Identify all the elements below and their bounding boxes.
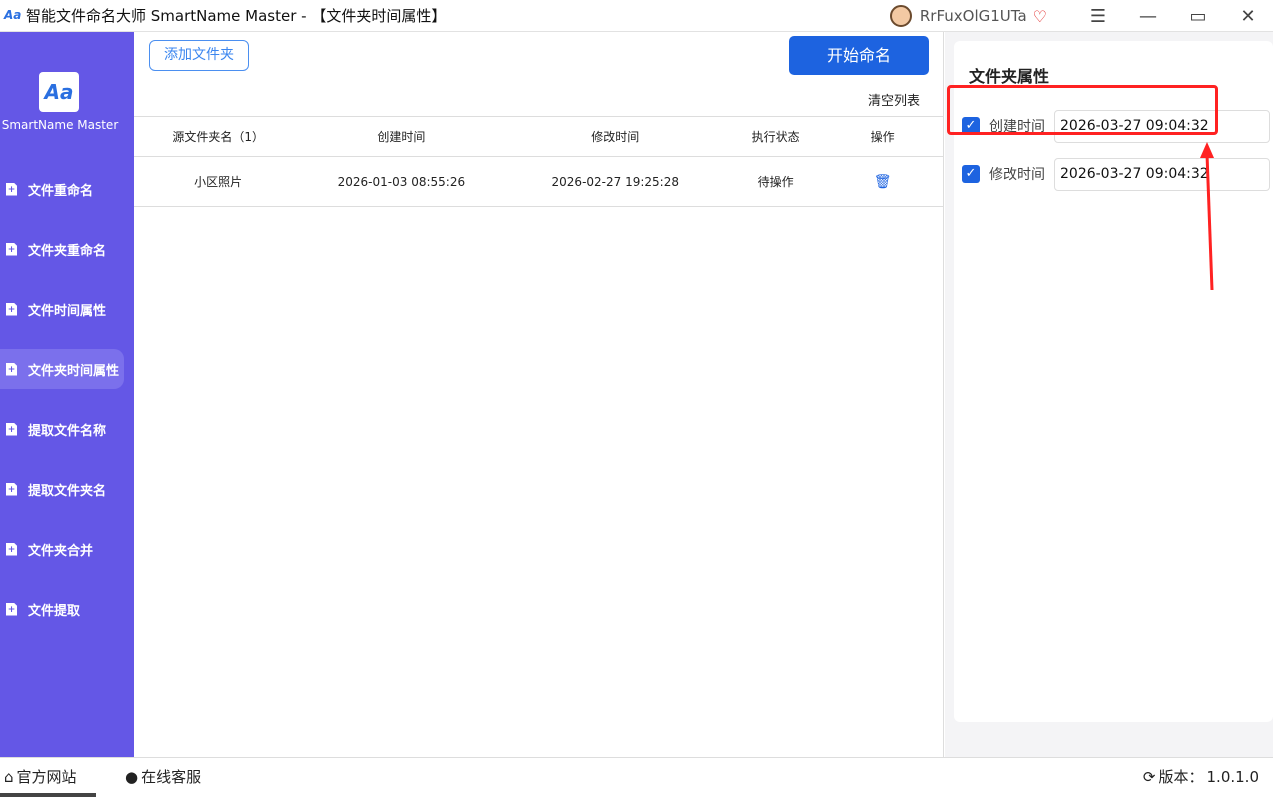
table-row[interactable]: 小区照片 2026-01-03 08:55:26 2026-02-27 19:2… — [134, 156, 944, 207]
modified-time-input[interactable] — [1054, 157, 1270, 191]
main-panel: 添加文件夹 开始命名 清空列表 源文件夹名（1） 创建时间 修改时间 执行状态 … — [134, 32, 944, 757]
support-link[interactable]: ● 在线客服 — [125, 766, 201, 787]
sidebar-item-5[interactable]: + 提取文件夹名 — [0, 469, 124, 509]
created-time-label: 创建时间 — [989, 119, 1045, 135]
footer: ⌂ 官方网站 ● 在线客服 ⟳ 版本： 1.0.1.0 — [0, 757, 1273, 797]
username[interactable]: RrFuxOlG1UTa — [920, 7, 1027, 25]
created-time-checkbox[interactable]: ✓ — [962, 117, 980, 135]
clear-list-button[interactable]: 清空列表 — [868, 90, 920, 109]
sidebar-item-2[interactable]: + 文件时间属性 — [0, 289, 124, 329]
file-icon: + — [6, 302, 17, 316]
sidebar: Aa SmartName Master + 文件重命名 + 文件夹重命名 + 文件时间属性… — [0, 32, 134, 757]
logo-text: SmartName Master — [1, 118, 119, 132]
sidebar-item-label: 文件重命名 — [28, 183, 94, 199]
col-created: 创建时间 — [377, 130, 426, 144]
cell-modified: 2026-02-27 19:25:28 — [551, 174, 679, 189]
refresh-icon: ⟳ — [1142, 767, 1156, 786]
home-icon: ⌂ — [4, 767, 14, 786]
sidebar-item-label: 文件时间属性 — [28, 303, 107, 319]
sidebar-item-label: 提取文件名称 — [28, 423, 107, 439]
col-modified: 修改时间 — [591, 130, 640, 144]
menu-icon[interactable]: ☰ — [1073, 6, 1123, 27]
panel-title: 文件夹属性 — [969, 67, 1050, 86]
sidebar-item-label: 文件夹重命名 — [28, 243, 107, 259]
col-status: 执行状态 — [751, 130, 800, 144]
file-icon: + — [6, 482, 17, 496]
file-icon: + — [6, 602, 17, 616]
cell-created: 2026-01-03 08:55:26 — [337, 174, 466, 189]
sidebar-item-1[interactable]: + 文件夹重命名 — [0, 229, 124, 269]
annotation-arrow-icon — [1200, 142, 1214, 291]
trash-icon[interactable]: 🗑 — [874, 174, 892, 190]
window-title: 智能文件命名大师 SmartName Master - 【文件夹时间属性】 — [26, 7, 447, 25]
file-icon: + — [6, 422, 17, 436]
minimize-icon[interactable]: — — [1123, 6, 1173, 27]
website-link[interactable]: ⌂ 官方网站 — [4, 766, 77, 787]
sidebar-item-label: 文件提取 — [28, 603, 81, 619]
close-icon[interactable]: ✕ — [1223, 6, 1273, 27]
start-rename-button[interactable]: 开始命名 — [789, 36, 929, 75]
file-icon: + — [6, 242, 17, 256]
sidebar-item-7[interactable]: + 文件提取 — [0, 589, 124, 629]
add-folder-button[interactable]: 添加文件夹 — [149, 40, 249, 71]
cell-status: 待操作 — [757, 175, 794, 189]
version-info[interactable]: ⟳ 版本： 1.0.1.0 — [1143, 766, 1259, 787]
col-action: 操作 — [870, 130, 895, 144]
file-icon: + — [6, 362, 17, 376]
logo-icon: Aa — [39, 72, 79, 112]
col-name: 源文件夹名（1） — [172, 130, 264, 144]
sidebar-item-6[interactable]: + 文件夹合并 — [0, 529, 124, 569]
cell-name: 小区照片 — [194, 175, 243, 189]
table-header: 源文件夹名（1） 创建时间 修改时间 执行状态 操作 — [134, 116, 944, 156]
sidebar-item-label: 文件夹合并 — [28, 543, 94, 559]
sidebar-item-0[interactable]: + 文件重命名 — [0, 169, 124, 209]
title-bar: Aa 智能文件命名大师 SmartName Master - 【文件夹时间属性】… — [0, 0, 1273, 32]
maximize-icon[interactable]: ▭ — [1173, 6, 1223, 27]
avatar[interactable] — [889, 5, 912, 27]
headset-icon: ● — [125, 767, 139, 786]
file-icon: + — [6, 542, 17, 556]
file-icon: + — [6, 182, 17, 196]
sidebar-item-label: 提取文件夹名 — [28, 483, 107, 499]
created-time-row: ✓ 创建时间 — [962, 108, 1270, 144]
sidebar-item-3[interactable]: + 文件夹时间属性 — [0, 349, 124, 389]
sidebar-item-4[interactable]: + 提取文件名称 — [0, 409, 124, 449]
modified-time-checkbox[interactable]: ✓ — [962, 165, 980, 183]
sidebar-item-label: 文件夹时间属性 — [28, 363, 120, 379]
app-icon: Aa — [4, 7, 22, 22]
modified-time-label: 修改时间 — [989, 167, 1045, 183]
vip-icon[interactable]: ♡ — [1033, 7, 1047, 26]
created-time-input[interactable] — [1054, 109, 1270, 143]
